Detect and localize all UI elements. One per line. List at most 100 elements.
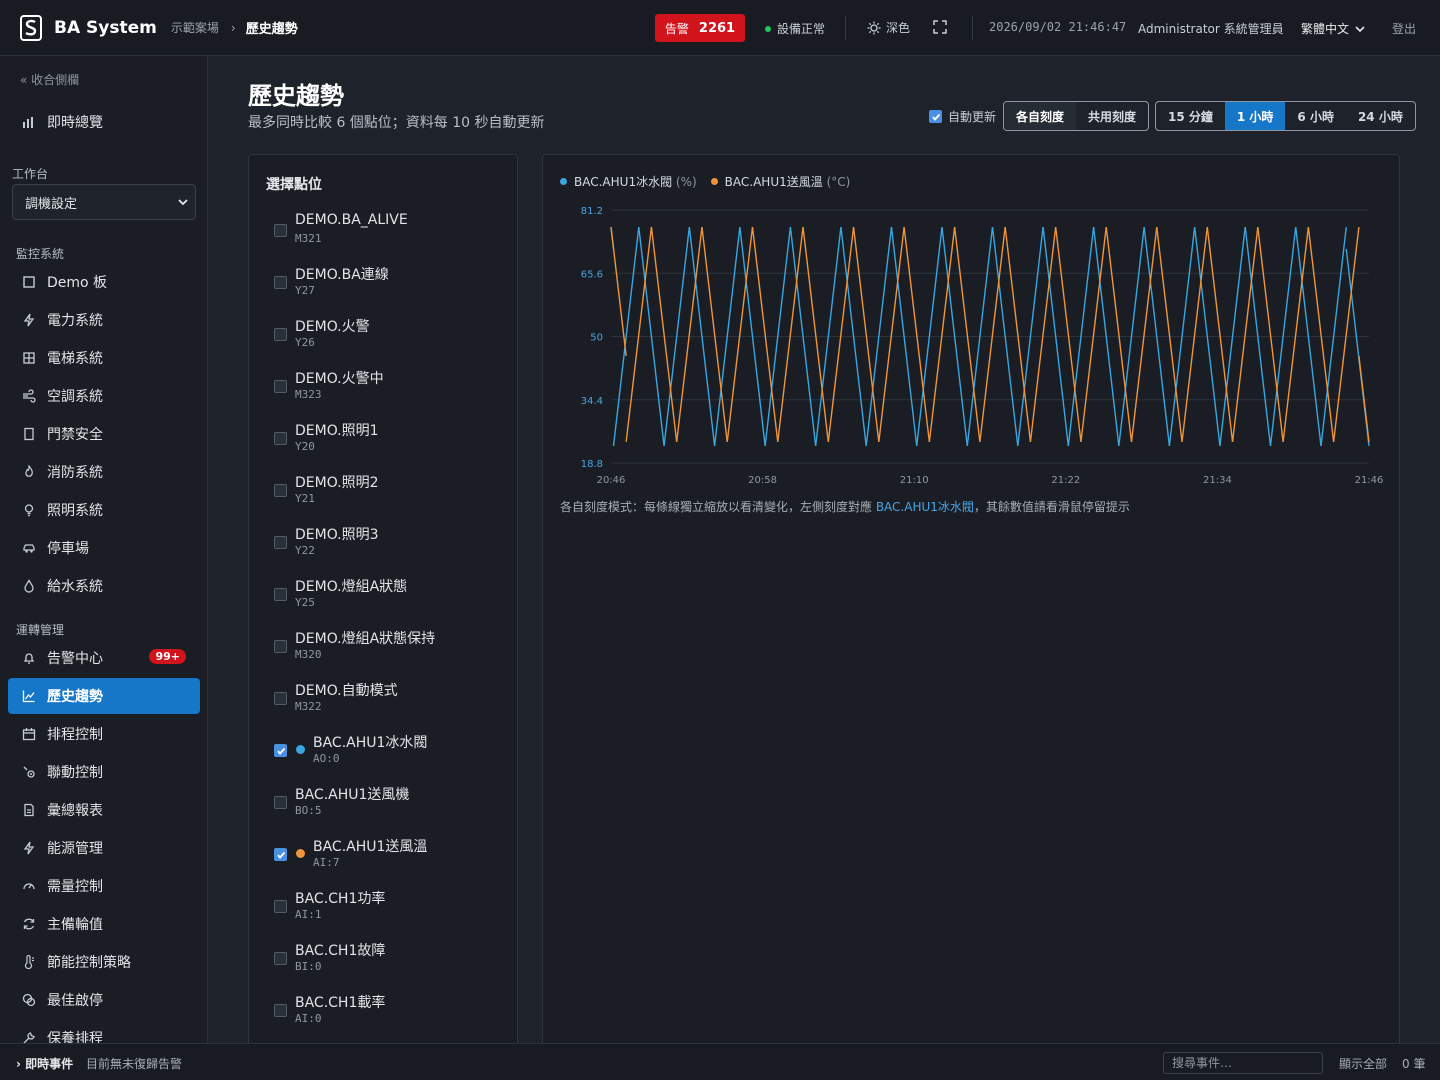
- point-item[interactable]: DEMO.BA連線 Y27: [274, 264, 514, 304]
- point-item[interactable]: DEMO.照明3 Y22: [274, 524, 514, 564]
- checkbox-icon[interactable]: [274, 484, 287, 497]
- point-item[interactable]: BAC.CH1載率 AI:0: [274, 992, 514, 1032]
- checkbox-icon[interactable]: [274, 640, 287, 653]
- sidebar-item-5[interactable]: 消防系統: [8, 454, 200, 490]
- range-6h[interactable]: 6 小時: [1285, 102, 1346, 130]
- series-1-segment: [953, 226, 981, 442]
- checkbox-icon[interactable]: [274, 1004, 287, 1017]
- legend-item-0[interactable]: BAC.AHU1冰水閥 (%): [560, 173, 697, 190]
- sidebar-item-label: 告警中心: [47, 651, 103, 667]
- sidebar-item-7[interactable]: 主備輪值: [8, 906, 200, 942]
- language-select[interactable]: 繁體中文: [1301, 20, 1365, 37]
- sidebar-item-9[interactable]: 最佳啟停: [8, 982, 200, 1018]
- point-item[interactable]: BAC.CH1功率 AI:1: [274, 888, 514, 928]
- checkbox-icon[interactable]: [274, 536, 287, 549]
- sidebar-item-3[interactable]: 聯動控制: [8, 754, 200, 790]
- checkbox-icon[interactable]: [274, 900, 287, 913]
- wind-icon: [22, 389, 36, 403]
- checkbox-icon[interactable]: [274, 224, 287, 237]
- sidebar-item-label: 排程控制: [47, 727, 103, 743]
- point-code: M321: [295, 232, 322, 245]
- time-range-group: 15 分鐘 1 小時 6 小時 24 小時: [1155, 101, 1416, 131]
- checkbox-icon[interactable]: [274, 432, 287, 445]
- event-bar: › 即時事件 目前無未復歸告警 搜尋事件… 顯示全部 0 筆: [0, 1043, 1440, 1080]
- point-item[interactable]: DEMO.燈組A狀態 Y25: [274, 576, 514, 616]
- workbench-label: 工作台: [12, 167, 49, 181]
- event-search-input[interactable]: 搜尋事件…: [1163, 1052, 1323, 1074]
- sidebar-item-1[interactable]: 電力系統: [8, 302, 200, 338]
- series-1-segment: [1029, 226, 1057, 442]
- sidebar-item-5[interactable]: 能源管理: [8, 830, 200, 866]
- sidebar-item-8[interactable]: 節能控制策略: [8, 944, 200, 980]
- auto-refresh-toggle[interactable]: 自動更新: [929, 108, 996, 125]
- point-selector-title: 選擇點位: [266, 177, 322, 193]
- sidebar-item-2[interactable]: 排程控制: [8, 716, 200, 752]
- point-name: DEMO.照明2: [295, 475, 379, 491]
- point-item[interactable]: BAC.CH1故障 BI:0: [274, 940, 514, 980]
- checkbox-icon[interactable]: [274, 692, 287, 705]
- realtime-events-toggle[interactable]: › 即時事件: [16, 1055, 73, 1072]
- alarm-count: 2261: [698, 20, 736, 36]
- sidebar-item-1[interactable]: 歷史趨勢: [8, 678, 200, 714]
- range-24h[interactable]: 24 小時: [1346, 102, 1415, 130]
- checkbox-icon[interactable]: [274, 276, 287, 289]
- point-name: DEMO.燈組A狀態保持: [295, 631, 436, 647]
- sidebar-item-6[interactable]: 需量控制: [8, 868, 200, 904]
- sidebar-item-0[interactable]: 告警中心 99+: [8, 640, 200, 676]
- breadcrumb-site[interactable]: 示範案場: [171, 19, 219, 36]
- logout-button[interactable]: 登出: [1392, 20, 1416, 37]
- series-1-segment: [650, 226, 678, 442]
- sidebar-item-label: 聯動控制: [47, 765, 103, 781]
- checkbox-checked-icon[interactable]: [274, 848, 287, 861]
- sidebar-item-6[interactable]: 照明系統: [8, 492, 200, 528]
- trend-plot[interactable]: 81.2 65.6 50 34.4 18.8 20:46 20:58 21:10 21:22 21…: [543, 195, 1399, 495]
- checkbox-icon[interactable]: [274, 952, 287, 965]
- sidebar-item-overview[interactable]: 即時總覽: [8, 104, 200, 140]
- scale-mode-separate[interactable]: 各自刻度: [1004, 102, 1077, 130]
- sidebar-item-label: 門禁安全: [47, 427, 103, 443]
- checkbox-icon[interactable]: [274, 796, 287, 809]
- legend-item-1[interactable]: BAC.AHU1送風溫 (°C): [710, 173, 850, 190]
- point-item[interactable]: BAC.AHU1送風機 BO:5: [274, 784, 514, 824]
- sidebar-item-0[interactable]: Demo 板: [8, 264, 200, 300]
- point-item[interactable]: DEMO.燈組A狀態保持 M320: [274, 628, 514, 668]
- theme-toggle[interactable]: 深色: [867, 19, 910, 36]
- sidebar-item-label: 照明系統: [47, 503, 103, 519]
- sidebar-item-3[interactable]: 空調系統: [8, 378, 200, 414]
- point-item[interactable]: DEMO.照明1 Y20: [274, 420, 514, 460]
- range-15m[interactable]: 15 分鐘: [1156, 102, 1225, 130]
- sidebar-item-10[interactable]: 保養排程: [8, 1020, 200, 1043]
- y-tick-label: 50: [590, 333, 603, 344]
- series-1-segment: [928, 226, 956, 442]
- chevron-down-icon: [178, 199, 188, 206]
- user-name[interactable]: Administrator 系統管理員: [1138, 20, 1284, 37]
- sidebar-item-4[interactable]: 門禁安全: [8, 416, 200, 452]
- point-item[interactable]: BAC.AHU1送風溫 AI:7: [274, 836, 514, 876]
- point-item[interactable]: DEMO.火警 Y26: [274, 316, 514, 356]
- checkbox-icon[interactable]: [274, 328, 287, 341]
- sidebar-item-7[interactable]: 停車場: [8, 530, 200, 566]
- point-code: M320: [295, 648, 322, 661]
- fullscreen-icon[interactable]: [931, 18, 949, 36]
- sidebar-item-label: 停車場: [47, 541, 89, 557]
- scale-mode-shared[interactable]: 共用刻度: [1076, 102, 1148, 130]
- point-item[interactable]: DEMO.火警中 M323: [274, 368, 514, 408]
- workbench-select[interactable]: 調機設定: [12, 184, 196, 220]
- checkbox-checked-icon[interactable]: [274, 744, 287, 757]
- point-item[interactable]: DEMO.照明2 Y21: [274, 472, 514, 512]
- point-item[interactable]: BAC.AHU1冰水閥 AO:0: [274, 732, 514, 772]
- show-all-button[interactable]: 顯示全部: [1339, 1055, 1387, 1072]
- sidebar-item-8[interactable]: 給水系統: [8, 568, 200, 604]
- sidebar-item-4[interactable]: 彙總報表: [8, 792, 200, 828]
- point-item[interactable]: DEMO.BA_ALIVE M321: [274, 212, 514, 252]
- checkbox-checked-icon[interactable]: [929, 110, 942, 123]
- point-item[interactable]: DEMO.自動模式 M322: [274, 680, 514, 720]
- range-1h[interactable]: 1 小時: [1224, 102, 1286, 130]
- note-point-link[interactable]: BAC.AHU1冰水閥: [876, 500, 974, 514]
- alarm-button[interactable]: 告警 2261: [655, 14, 745, 42]
- checkbox-icon[interactable]: [274, 380, 287, 393]
- collapse-sidebar-button[interactable]: « 收合側欄: [20, 71, 79, 88]
- point-name: BAC.CH1載率: [295, 995, 386, 1011]
- sidebar-item-2[interactable]: 電梯系統: [8, 340, 200, 376]
- checkbox-icon[interactable]: [274, 588, 287, 601]
